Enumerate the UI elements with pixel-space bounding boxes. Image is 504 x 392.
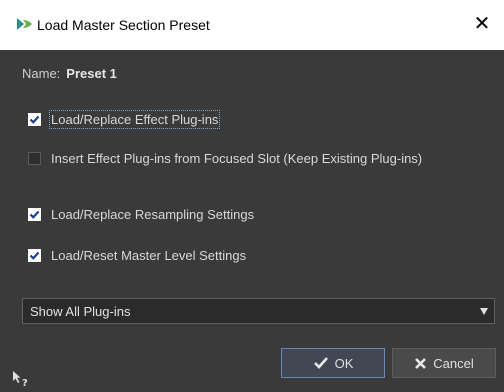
checkmark-icon	[29, 251, 40, 260]
load-replace-resampling-checkbox[interactable]	[28, 207, 41, 221]
preset-name-row: Name: Preset 1	[22, 66, 117, 81]
option-label: Load/Replace Resampling Settings	[51, 206, 255, 222]
chevron-down-icon	[480, 308, 488, 315]
checkmark-icon	[29, 210, 40, 219]
load-reset-master-level-option[interactable]: Load/Reset Master Level Settings	[28, 244, 246, 266]
checkmark-icon	[29, 115, 40, 124]
option-label: Insert Effect Plug-ins from Focused Slot…	[51, 150, 423, 166]
plugin-filter-dropdown[interactable]: Show All Plug-ins	[22, 298, 495, 324]
ok-button[interactable]: OK	[281, 348, 385, 378]
cancel-button[interactable]: Cancel	[392, 348, 496, 378]
preset-name-value: Preset 1	[66, 66, 117, 81]
close-icon: ✕	[473, 13, 491, 35]
cancel-label: Cancel	[433, 355, 474, 371]
window-title: Load Master Section Preset	[37, 17, 210, 33]
title-bar: Load Master Section Preset ✕	[0, 0, 504, 50]
insert-effect-plugins-option[interactable]: Insert Effect Plug-ins from Focused Slot…	[28, 147, 422, 169]
option-label: Load/Reset Master Level Settings	[51, 247, 247, 263]
svg-text:?: ?	[22, 378, 28, 388]
load-replace-resampling-option[interactable]: Load/Replace Resampling Settings	[28, 203, 254, 225]
load-replace-effect-plugins-option[interactable]: Load/Replace Effect Plug-ins	[28, 108, 221, 130]
load-reset-master-level-checkbox[interactable]	[28, 248, 41, 262]
option-label: Load/Replace Effect Plug-ins	[48, 109, 221, 129]
context-help-icon[interactable]: ?	[11, 370, 33, 389]
plugin-filter-value: Show All Plug-ins	[30, 304, 131, 319]
ok-label: OK	[334, 355, 354, 371]
close-button[interactable]: ✕	[468, 11, 496, 37]
app-logo-icon	[15, 14, 35, 34]
checkmark-icon	[313, 356, 329, 370]
name-label: Name:	[22, 66, 61, 81]
load-replace-effect-plugins-checkbox[interactable]	[28, 112, 41, 126]
insert-effect-plugins-checkbox[interactable]	[28, 151, 41, 165]
cross-icon	[414, 357, 427, 370]
